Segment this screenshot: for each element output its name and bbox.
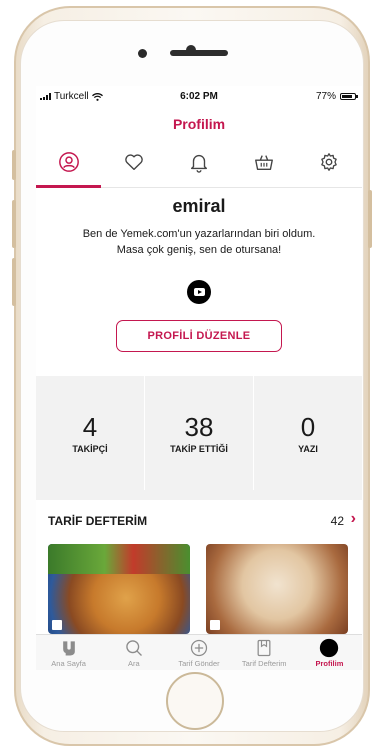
bookmark-checkbox-icon[interactable]: [210, 620, 220, 630]
battery-percent: 77%: [315, 91, 336, 102]
tab-favorites[interactable]: [101, 136, 166, 188]
bottom-tab-bar: Ana Sayfa Ara Tarif Gönder Tarif Defteri…: [36, 634, 362, 670]
stat-value: 38: [184, 412, 214, 442]
bell-icon: [190, 154, 207, 173]
bookmark-checkbox-icon[interactable]: [52, 620, 62, 630]
home-button[interactable]: [166, 672, 224, 730]
bottom-tab-submit-recipe[interactable]: Tarif Gönder: [166, 635, 231, 670]
app-screen: Turkcell 6:02 PM 77% Profilim emiral Ben…: [36, 86, 362, 670]
nav-header: Profilim: [36, 106, 362, 136]
tab-shopping[interactable]: [231, 136, 296, 188]
bottom-tab-profile[interactable]: Profilim: [297, 635, 362, 670]
recipe-card[interactable]: [206, 544, 348, 634]
volume-up-button: [12, 200, 16, 248]
stat-label: TAKİP ETTİĞİ: [170, 444, 228, 454]
profile-username: emiral: [172, 196, 226, 216]
user-icon: [58, 152, 79, 172]
tab-settings[interactable]: [296, 136, 361, 188]
stat-label: YAZI: [298, 444, 318, 454]
tab-profile[interactable]: [36, 136, 101, 188]
status-right: 77%: [315, 91, 358, 102]
stat-value: 4: [82, 412, 98, 442]
bottom-tab-label: Tarif Defterim: [241, 659, 287, 668]
bottom-tab-label: Ara: [127, 659, 140, 668]
volume-down-button: [12, 258, 16, 306]
gear-icon: [320, 153, 337, 171]
status-time: 6:02 PM: [180, 91, 218, 102]
bottom-tab-label: Profilim: [315, 659, 344, 668]
status-bar: Turkcell 6:02 PM 77%: [36, 86, 362, 106]
profile-tab-bar: [36, 136, 362, 188]
yemek-logo-icon: [62, 641, 75, 656]
recipe-card[interactable]: [48, 544, 190, 634]
profile-bio: Ben de Yemek.com'un yazarlarından biri o…: [48, 226, 350, 258]
stat-following[interactable]: 38 TAKİP ETTİĞİ: [144, 376, 253, 490]
bookmark-icon: [257, 639, 271, 657]
stat-posts[interactable]: 0 YAZI: [253, 376, 362, 490]
heart-icon: [124, 154, 143, 171]
earpiece-speaker: [170, 50, 228, 56]
stat-label: TAKİPÇİ: [72, 444, 108, 454]
edit-profile-button[interactable]: PROFİLİ DÜZENLE: [116, 320, 282, 352]
bottom-tab-home[interactable]: Ana Sayfa: [36, 635, 101, 670]
tab-notifications[interactable]: [166, 136, 231, 188]
front-camera: [138, 49, 147, 58]
stat-value: 0: [300, 412, 316, 442]
mute-switch: [12, 150, 16, 180]
bottom-tab-label: Ana Sayfa: [51, 659, 86, 668]
bottom-tab-cookbook[interactable]: Tarif Defterim: [232, 635, 297, 670]
search-icon: [126, 640, 142, 656]
bio-line-2: Masa çok geniş, sen de otursana!: [116, 244, 282, 256]
bottom-tab-search[interactable]: Ara: [101, 635, 166, 670]
stat-followers[interactable]: 4 TAKİPÇİ: [36, 376, 144, 490]
cookbook-section: TARİF DEFTERİM 42 ›: [36, 500, 362, 634]
bio-line-1: Ben de Yemek.com'un yazarlarından biri o…: [82, 228, 316, 240]
profile-stats: 4 TAKİPÇİ 38 TAKİP ETTİĞİ 0 YAZI: [36, 376, 362, 490]
chevron-right-icon[interactable]: ›: [351, 510, 356, 528]
youtube-icon[interactable]: [187, 280, 211, 304]
cookbook-title: TARİF DEFTERİM: [48, 514, 148, 528]
basket-icon: [254, 155, 273, 171]
battery-icon: [340, 93, 358, 100]
bottom-tab-label: Tarif Gönder: [178, 659, 220, 668]
avatar-icon: [320, 638, 339, 658]
profile-card: emiral Ben de Yemek.com'un yazarlarından…: [36, 188, 362, 376]
cookbook-count[interactable]: 42: [331, 514, 344, 528]
power-button: [368, 190, 372, 248]
page-title: Profilim: [172, 116, 226, 132]
plus-circle-icon: [190, 639, 208, 657]
